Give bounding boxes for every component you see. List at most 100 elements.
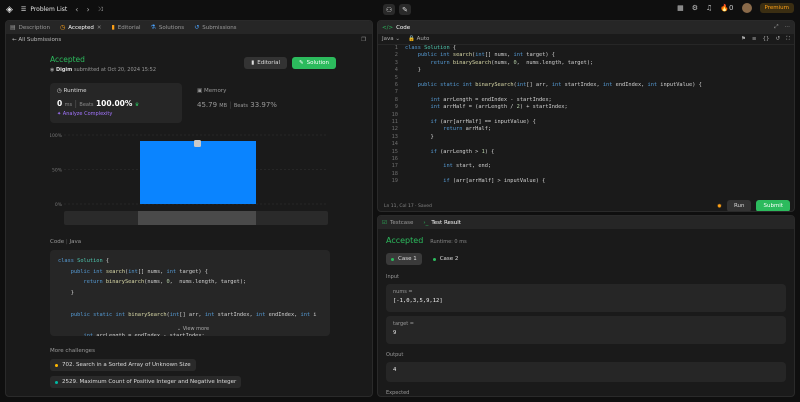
reset-icon[interactable]: ↺	[776, 36, 781, 43]
memory-card[interactable]: ▣ Memory 45.79 MB | Beats 33.97%	[190, 83, 322, 123]
submit-button[interactable]: Submit	[756, 200, 790, 211]
premium-button[interactable]: Premium	[759, 3, 794, 13]
code-heading: Code | Java	[50, 239, 82, 245]
output-label: Output	[386, 352, 404, 358]
all-submissions-link[interactable]: ← All Submissions	[12, 37, 61, 43]
code-editor[interactable]: 1 class Solution {2 public int search(int…	[378, 45, 785, 211]
user-marker-icon	[194, 140, 201, 147]
avatar[interactable]	[741, 3, 752, 13]
auto-mode[interactable]: 🔒 Auto	[408, 36, 429, 42]
chip-icon: ▣	[197, 88, 203, 94]
editor-toolbar: Java ⌄ 🔒 Auto ⚑ ≡ {} ↺ ⛶	[378, 34, 794, 45]
tab-test-result[interactable]: ›_ Test Result	[423, 220, 461, 226]
result-runtime: Runtime: 0 ms	[430, 239, 467, 245]
next-icon[interactable]: ›	[86, 5, 89, 14]
layout-icon[interactable]: ▦	[677, 4, 684, 12]
username[interactable]: Digim	[56, 67, 72, 73]
notes-icon[interactable]: ✎	[399, 4, 411, 15]
analyze-label: Analyze Complexity	[62, 111, 113, 117]
chart-scrollbar-thumb[interactable]	[138, 211, 256, 225]
line-number: 10	[391, 111, 398, 118]
target-field[interactable]: target = 9	[386, 316, 786, 344]
memory-unit: MB	[219, 103, 228, 109]
pass-dot	[391, 257, 394, 261]
logo-icon[interactable]: ◈	[6, 5, 13, 15]
notification-icon[interactable]: ♫	[706, 4, 712, 12]
more-icon[interactable]: ⋯	[785, 24, 791, 31]
tab-testcase[interactable]: ☑ Testcase	[382, 220, 413, 226]
line-number: 7	[394, 89, 398, 96]
editor-footer: Ln 11, Col 17 · Saved ✹ Run Submit	[378, 199, 794, 211]
copy-icon[interactable]: ❐	[361, 37, 366, 43]
editor-status: Ln 11, Col 17 · Saved	[384, 203, 432, 209]
memory-label-row: ▣ Memory	[197, 88, 315, 94]
prev-icon[interactable]: ‹	[75, 5, 78, 14]
expand-icon[interactable]: ⤢	[774, 24, 778, 31]
y-tick-label: 100%	[50, 133, 63, 139]
challenge-item[interactable]: 702. Search in a Sorted Array of Unknown…	[50, 359, 196, 371]
runtime-distribution-chart: 100% 50% 0%	[49, 129, 336, 229]
description-icon: ▤	[10, 24, 16, 31]
memory-beats: 33.97%	[250, 101, 277, 109]
format-icon[interactable]: ≡	[752, 36, 757, 43]
beats-label: Beats	[233, 103, 248, 109]
list-icon: ☰	[20, 6, 27, 13]
test-result-panel: ☑ Testcase ›_ Test Result Accepted Runtime…	[377, 215, 795, 397]
line-number: 17	[391, 163, 398, 170]
code-line: }	[405, 133, 434, 140]
code-line: if (arrLength > 1) {	[430, 148, 495, 155]
streak-counter[interactable]: 🔥0	[720, 4, 733, 12]
shuffle-icon[interactable]: ⤨	[98, 6, 103, 14]
braces-icon[interactable]: {}	[763, 36, 770, 43]
close-icon[interactable]: ✕	[97, 25, 102, 31]
fullscreen-icon[interactable]: ⛶	[786, 36, 790, 43]
debug-icon[interactable]: ✹	[717, 203, 722, 210]
debug-icon[interactable]: ⚇	[383, 4, 395, 15]
chart-scrollbar[interactable]	[64, 211, 328, 225]
view-more-button[interactable]: ⌄ View more	[50, 326, 336, 332]
terminal-icon: ›_	[423, 219, 429, 226]
code-label: Code	[50, 239, 65, 245]
result-tabs: ☑ Testcase ›_ Test Result	[378, 216, 794, 229]
line-number: 16	[391, 156, 398, 162]
tab-description[interactable]: ▤ Description	[10, 24, 50, 31]
nums-field[interactable]: nums = [-1,0,3,5,9,12]	[386, 284, 786, 312]
left-panel: ▤ Description ◷ Accepted ✕ ▮ Editorial ⚗ Solu…	[5, 20, 373, 397]
code-line: return arrHalf;	[443, 126, 492, 133]
tab-solutions[interactable]: ⚗ Solutions	[151, 24, 185, 31]
code-preview[interactable]: class Solution { public int search(int[]…	[50, 250, 330, 336]
output-field[interactable]: 4	[386, 362, 786, 382]
analyze-complexity-link[interactable]: ✦ Analyze Complexity	[57, 111, 175, 117]
code-icon: </>	[382, 24, 394, 31]
case-tab-1[interactable]: Case 1	[386, 253, 422, 265]
editorial-label: Editorial	[257, 60, 280, 66]
code-line: int arrHalf = (arrLength / 2) + startInd…	[430, 104, 568, 111]
tab-editorial[interactable]: ▮ Editorial	[111, 24, 140, 31]
language-select[interactable]: Java ⌄	[382, 36, 400, 42]
runtime-card[interactable]: ◷ Runtime 0 ms | Beats 100.00% ♛ ✦ Analy…	[50, 83, 182, 123]
bookmark-icon[interactable]: ⚑	[741, 36, 746, 43]
solution-button[interactable]: ✎ Solution	[291, 57, 336, 69]
editorial-button[interactable]: ▮ Editorial	[244, 57, 287, 69]
tab-label: Solutions	[158, 24, 185, 31]
problem-list-link[interactable]: ☰ Problem List	[21, 6, 67, 13]
tab-accepted[interactable]: ◷ Accepted ✕	[60, 24, 101, 31]
runtime-bar[interactable]	[140, 141, 256, 204]
all-submissions-label: All Submissions	[18, 37, 62, 43]
tab-submissions[interactable]: ↺ Submissions	[194, 24, 236, 31]
runtime-value: 0	[57, 99, 63, 108]
book-icon: ▮	[111, 24, 115, 31]
line-number: 2	[394, 52, 398, 59]
line-number: 12	[391, 126, 398, 133]
code-line: public static int binarySearch(int[] arr…	[417, 82, 702, 88]
submissions-nav: ← All Submissions ❐	[6, 34, 372, 46]
challenge-item[interactable]: 2529. Maximum Count of Positive Integer …	[50, 376, 242, 388]
difficulty-dot	[55, 380, 58, 384]
settings-icon[interactable]: ⚙	[692, 4, 698, 12]
case-tab-2[interactable]: Case 2	[428, 253, 464, 265]
tab-code[interactable]: </> Code	[382, 25, 410, 31]
run-button[interactable]: Run	[726, 200, 752, 211]
expected-label: Expected	[386, 390, 410, 396]
solution-label: Solution	[306, 60, 329, 66]
target-label: target =	[393, 321, 414, 327]
